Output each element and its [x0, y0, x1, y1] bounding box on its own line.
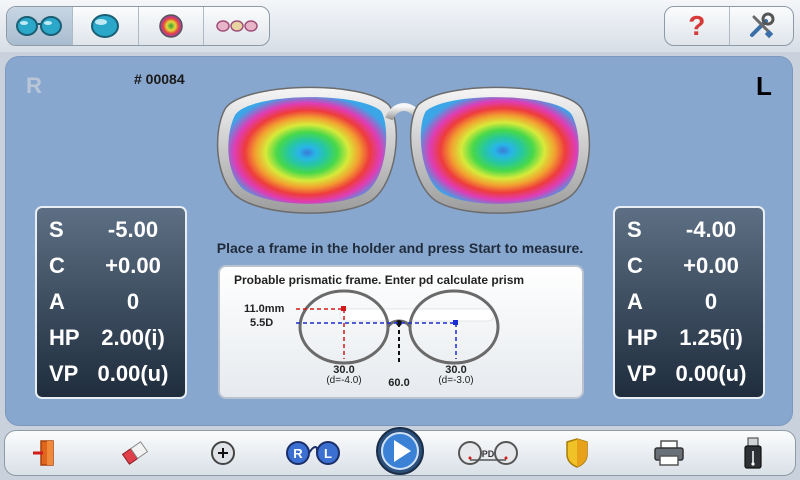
axis-row: A 0: [627, 284, 763, 320]
cylinder-key: C: [627, 253, 643, 278]
pd-measure-button[interactable]: PD: [453, 431, 523, 475]
dual-lens-mode-button[interactable]: [7, 7, 73, 45]
axis-row: A 0: [49, 284, 185, 320]
left-side-indicator: L: [756, 71, 772, 101]
single-lens-icon: [91, 14, 120, 38]
total-pd-value: 60.0: [388, 377, 409, 389]
axis-key: A: [627, 289, 643, 314]
multi-lens-icon: [215, 20, 258, 32]
right-left-switch-icon: R L: [286, 441, 340, 465]
measurement-area: R L # 00084 Place a frame in the holder …: [5, 56, 793, 426]
play-start-icon: [376, 427, 424, 475]
single-lens-mode-button[interactable]: [73, 7, 139, 45]
add-button[interactable]: [203, 431, 243, 475]
add-icon: [211, 441, 235, 465]
measure-mode-group: [6, 6, 270, 46]
cylinder-value: +0.00: [683, 253, 739, 278]
horizontal-prism-row: HP 1.25(i): [627, 320, 763, 356]
multi-lens-mode-button[interactable]: [204, 7, 269, 45]
color-map-icon: [159, 14, 183, 38]
sphere-row: S -4.00: [627, 212, 763, 248]
right-lens-readout: S -5.00 C +0.00 A 0 HP 2.00(i) VP 0.00(u…: [35, 206, 187, 399]
right-left-switch-button[interactable]: R L: [281, 431, 345, 475]
dual-lens-icon: [16, 16, 63, 36]
shield-badge-icon: [566, 438, 588, 468]
horizontal-prism-key: HP: [49, 325, 80, 350]
sphere-row: S -5.00: [49, 212, 185, 248]
pd-input-field: [339, 308, 495, 322]
sphere-value: -5.00: [107, 217, 159, 242]
top-toolbar: ?: [0, 0, 800, 52]
start-button[interactable]: [375, 423, 425, 479]
help-icon: ?: [688, 10, 706, 41]
horizontal-prism-value: 2.00(i): [101, 325, 165, 350]
vertical-prism-row: VP 0.00(u): [627, 356, 763, 392]
tools-icon: [750, 12, 775, 39]
vertical-prism-key: VP: [49, 361, 79, 386]
exit-button[interactable]: [25, 431, 65, 475]
lens-power-map: [216, 86, 591, 214]
horizontal-prism-row: HP 2.00(i): [49, 320, 185, 356]
utility-group: ?: [664, 6, 794, 46]
shield-button[interactable]: [557, 431, 597, 475]
bottom-toolbar: R L PD: [4, 427, 796, 476]
vertical-prism-value: 0.00(u): [97, 361, 169, 386]
svg-text:PD: PD: [482, 449, 495, 459]
color-map-mode-button[interactable]: [139, 7, 205, 45]
horizontal-prism-key: HP: [627, 325, 658, 350]
svg-text:L: L: [324, 446, 332, 461]
settings-button[interactable]: [730, 7, 794, 45]
sphere-key: S: [49, 217, 64, 242]
usb-button[interactable]: [733, 431, 773, 475]
cylinder-row: C +0.00: [49, 248, 185, 284]
exit-door-icon: [33, 440, 54, 466]
eraser-icon: [121, 441, 149, 465]
usb-drive-icon: [744, 437, 762, 469]
prism-height-label: 11.0mm: [244, 303, 285, 315]
cylinder-key: C: [49, 253, 65, 278]
right-lens-map: [228, 97, 387, 204]
axis-value: 0: [704, 289, 718, 314]
prism-power-label: 5.5D: [250, 317, 273, 329]
vertical-prism-value: 0.00(u): [675, 361, 747, 386]
prism-diagram: 11.0mm 5.5D 30.0 (d=-4.0) 30.0 (d=-3.0) …: [244, 289, 500, 389]
axis-value: 0: [126, 289, 140, 314]
left-lens-map: [420, 97, 579, 204]
horizontal-prism-value: 1.25(i): [679, 325, 743, 350]
job-number: # 00084: [134, 71, 185, 87]
left-lens-outline: [408, 289, 500, 365]
help-button[interactable]: ?: [665, 7, 730, 45]
cylinder-row: C +0.00: [627, 248, 763, 284]
pd-measure-icon: PD: [458, 441, 518, 465]
right-side-indicator: R: [26, 73, 42, 98]
sphere-value: -4.00: [685, 217, 737, 242]
left-lens-readout: S -4.00 C +0.00 A 0 HP 1.25(i) VP 0.00(u…: [613, 206, 765, 399]
sphere-key: S: [627, 217, 642, 242]
vertical-prism-key: VP: [627, 361, 657, 386]
print-button[interactable]: [649, 431, 689, 475]
right-decentration: (d=-4.0): [326, 375, 361, 386]
prism-diagram-panel: Probable prismatic frame. Enter pd calcu…: [218, 265, 584, 399]
printer-icon: [654, 440, 684, 466]
axis-key: A: [49, 289, 65, 314]
vertical-prism-row: VP 0.00(u): [49, 356, 185, 392]
cylinder-value: +0.00: [105, 253, 161, 278]
left-decentration: (d=-3.0): [438, 375, 473, 386]
svg-text:R: R: [293, 446, 303, 461]
clear-button[interactable]: [115, 431, 155, 475]
